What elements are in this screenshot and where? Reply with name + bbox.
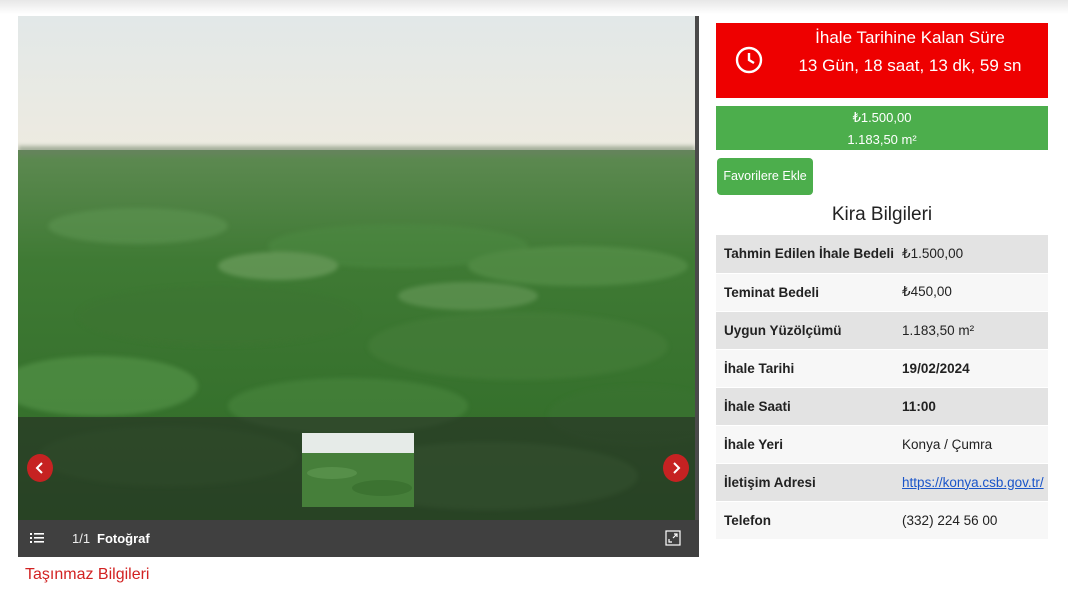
row-label: İletişim Adresi [716,463,895,502]
contact-address-link[interactable]: https://konya.csb.gov.tr/ [902,475,1044,490]
gallery-prev-button[interactable] [27,454,53,482]
countdown-time: 13 Gün, 18 saat, 13 dk, 59 sn [798,56,1022,75]
add-to-favorites-button[interactable]: Favorilere Ekle [717,158,813,195]
row-label: İhale Tarihi [716,349,895,388]
gallery-next-button[interactable] [663,454,689,482]
row-label: Tahmin Edilen İhale Bedeli [716,235,895,274]
area-value: 1.183,50 m² [847,132,917,147]
table-row: İhale Tarihi 19/02/2024 [716,349,1048,388]
row-label: Uygun Yüzölçümü [716,311,895,350]
table-row: İletişim Adresi https://konya.csb.gov.tr… [716,463,1048,502]
table-row: İhale Saati 11:00 [716,387,1048,426]
table-row: İhale Yeri Konya / Çumra [716,425,1048,464]
chevron-right-icon [673,462,681,474]
row-value: 11:00 [894,387,1048,426]
top-shadow [0,0,1068,14]
row-value: ₺1.500,00 [894,235,1048,274]
photo-gallery: 1/1 Fotoğraf [18,16,699,557]
section-title: Kira Bilgileri [831,204,933,225]
price-box: ₺1.500,00 1.183,50 m² [716,106,1048,150]
row-label: İhale Yeri [716,425,895,464]
photo-counter: 1/1 [72,531,91,546]
row-value: (332) 224 56 00 [894,501,1048,540]
row-value: Konya / Çumra [894,425,1048,464]
row-value: ₺450,00 [894,273,1048,312]
chevron-left-icon [35,462,43,474]
property-info-link[interactable]: Taşınmaz Bilgileri [25,566,149,584]
list-icon[interactable] [30,531,44,545]
table-row: Telefon (332) 224 56 00 [716,501,1048,540]
countdown-box: İhale Tarihine Kalan Süre 13 Gün, 18 saa… [716,23,1048,98]
row-value: 1.183,50 m² [894,311,1048,350]
photo-label: Fotoğraf [97,531,150,546]
table-row: Tahmin Edilen İhale Bedeli ₺1.500,00 [716,235,1048,274]
row-label: Telefon [716,501,895,540]
gallery-toolbar: 1/1 Fotoğraf [18,520,699,557]
thumbnail-strip [18,417,695,520]
row-value: 19/02/2024 [894,349,1048,388]
row-label: İhale Saati [716,387,895,426]
thumbnail-1[interactable] [302,433,414,507]
fullscreen-icon[interactable] [665,530,681,546]
countdown-title: İhale Tarihine Kalan Süre [815,28,1005,47]
table-row: Uygun Yüzölçümü 1.183,50 m² [716,311,1048,350]
rental-info-table: Tahmin Edilen İhale Bedeli ₺1.500,00 Tem… [716,235,1048,540]
row-label: Teminat Bedeli [716,273,895,312]
price-value: ₺1.500,00 [852,110,912,125]
table-row: Teminat Bedeli ₺450,00 [716,273,1048,312]
row-value-cell: https://konya.csb.gov.tr/ [894,463,1048,502]
